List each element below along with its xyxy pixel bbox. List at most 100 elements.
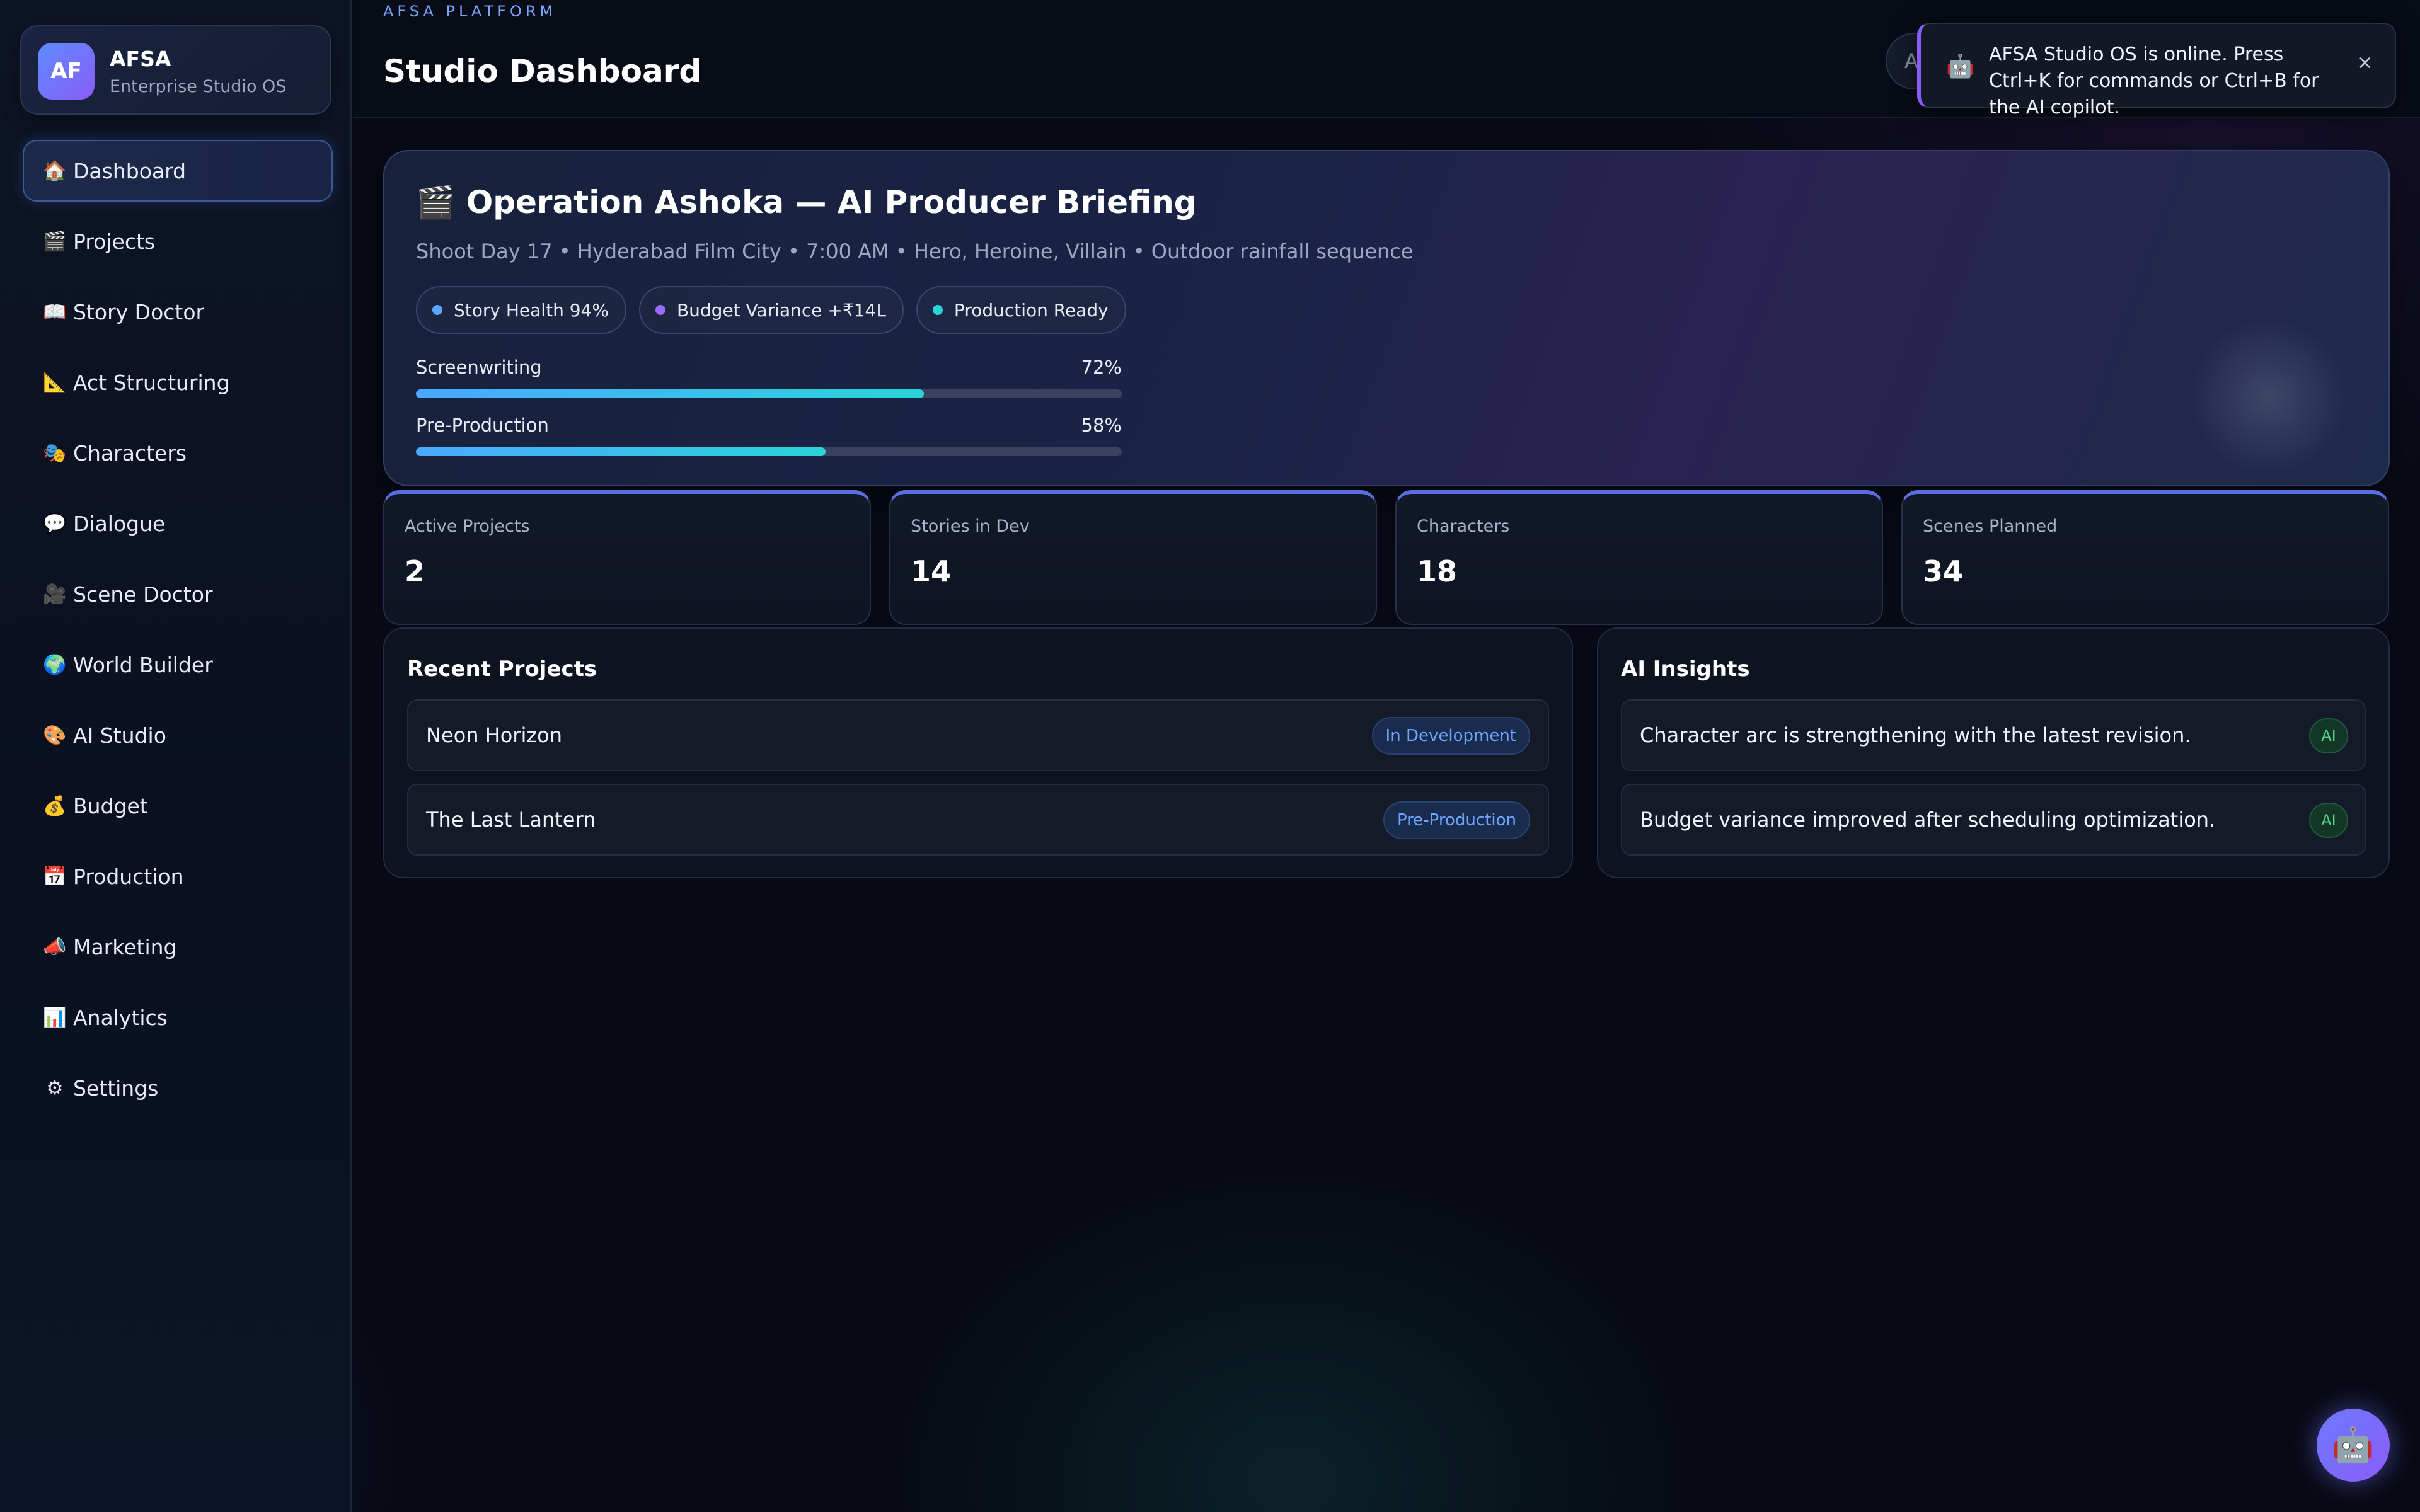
sidebar-item-label: Scene Doctor: [73, 581, 213, 607]
project-name: Neon Horizon: [426, 723, 562, 747]
sidebar-item-settings[interactable]: ⚙ Settings: [23, 1057, 333, 1119]
status-badge: In Development: [1371, 717, 1530, 755]
bar-chart-icon: 📊: [43, 1006, 67, 1029]
project-row[interactable]: The Last Lantern Pre-Production: [407, 784, 1549, 856]
home-icon: 🏠: [43, 159, 67, 182]
clapperboard-icon: 🎬: [43, 230, 67, 253]
sidebar-item-act-structuring[interactable]: 📐 Act Structuring: [23, 352, 333, 413]
palette-icon: 🎨: [43, 724, 67, 747]
sidebar-item-marketing[interactable]: 📣 Marketing: [23, 916, 333, 978]
sidebar-item-label: World Builder: [73, 652, 213, 677]
sidebar-item-label: Story Doctor: [73, 299, 205, 324]
globe-icon: 🌍: [43, 653, 67, 676]
insight-row[interactable]: Character arc is strengthening with the …: [1621, 699, 2366, 771]
welcome-toast: 🤖 AFSA Studio OS is online. Press Ctrl+K…: [1917, 23, 2396, 118]
sidebar-item-dialogue[interactable]: 💬 Dialogue: [23, 493, 333, 554]
panel-title: Recent Projects: [407, 656, 597, 682]
theater-masks-icon: 🎭: [43, 442, 67, 464]
sidebar-item-ai-studio[interactable]: 🎨 AI Studio: [23, 704, 333, 766]
sidebar: AF AFSA Enterprise Studio OS 🏠 Dashboard…: [0, 0, 352, 1512]
progress-track: [416, 447, 1122, 456]
sidebar-item-characters[interactable]: 🎭 Characters: [23, 422, 333, 484]
progress-label: Pre-Production: [416, 415, 549, 436]
chip-label: Story Health 94%: [454, 299, 609, 321]
stat-card-active-projects[interactable]: Active Projects 2: [383, 490, 871, 625]
progress-fill: [416, 389, 925, 398]
sidebar-item-production[interactable]: 📅 Production: [23, 845, 333, 907]
platform-eyebrow: AFSA PLATFORM: [383, 3, 557, 20]
sidebar-nav: 🏠 Dashboard 🎬 Projects 📖 Story Doctor 📐 …: [23, 140, 333, 1128]
ai-insights-panel: AI Insights Character arc is strengtheni…: [1597, 627, 2390, 878]
chip-label: Budget Variance +₹14L: [676, 299, 886, 321]
movie-camera-icon: 🎥: [43, 583, 67, 605]
robot-icon: 🤖: [1946, 54, 1974, 79]
progress-value: 58%: [1081, 415, 1122, 436]
producer-briefing-card: 🎬 Operation Ashoka — AI Producer Briefin…: [383, 150, 2390, 486]
sidebar-item-label: Act Structuring: [73, 370, 230, 395]
stat-value: 34: [1923, 554, 1964, 588]
status-dot: [932, 305, 943, 315]
production-ready-chip[interactable]: Production Ready: [916, 286, 1126, 334]
sidebar-item-label: Marketing: [73, 934, 177, 959]
budget-variance-chip[interactable]: Budget Variance +₹14L: [638, 286, 904, 334]
sidebar-item-label: Production: [73, 864, 184, 889]
sidebar-item-story-doctor[interactable]: 📖 Story Doctor: [23, 281, 333, 343]
sidebar-item-scene-doctor[interactable]: 🎥 Scene Doctor: [23, 563, 333, 625]
stat-label: Scenes Planned: [1923, 517, 2058, 536]
stat-card-stories-in-dev[interactable]: Stories in Dev 14: [889, 490, 1377, 625]
briefing-title-text: Operation Ashoka — AI Producer Briefing: [466, 184, 1197, 220]
sidebar-item-label: Dashboard: [73, 158, 187, 183]
insight-row[interactable]: Budget variance improved after schedulin…: [1621, 784, 2366, 856]
sidebar-item-label: Characters: [73, 440, 187, 466]
brand-logo: AF: [38, 43, 95, 100]
insight-text: Character arc is strengthening with the …: [1640, 723, 2191, 747]
panel-title: AI Insights: [1621, 656, 1750, 682]
sidebar-item-world-builder[interactable]: 🌍 World Builder: [23, 634, 333, 696]
ai-badge: AI: [2309, 718, 2348, 753]
stat-value: 18: [1417, 554, 1458, 588]
progress-track: [416, 389, 1122, 398]
ai-copilot-button[interactable]: 🤖: [2317, 1409, 2390, 1482]
sidebar-item-budget[interactable]: 💰 Budget: [23, 775, 333, 837]
briefing-title: 🎬 Operation Ashoka — AI Producer Briefin…: [416, 184, 1197, 221]
calendar-icon: 📅: [43, 865, 67, 888]
project-name: The Last Lantern: [426, 808, 596, 832]
close-icon[interactable]: ×: [2357, 52, 2373, 74]
page-title: Studio Dashboard: [383, 53, 702, 89]
progress-value: 72%: [1081, 357, 1122, 378]
command-search-label: A: [1904, 49, 1918, 73]
triangle-ruler-icon: 📐: [43, 371, 67, 394]
sidebar-item-label: Analytics: [73, 1005, 168, 1030]
insight-text: Budget variance improved after schedulin…: [1640, 808, 2216, 832]
stat-label: Stories in Dev: [911, 517, 1030, 536]
clapperboard-icon: 🎬: [416, 184, 456, 220]
stat-value: 14: [911, 554, 952, 588]
stat-card-scenes-planned[interactable]: Scenes Planned 34: [1901, 490, 2389, 625]
stat-label: Characters: [1417, 517, 1510, 536]
brand-card[interactable]: AF AFSA Enterprise Studio OS: [20, 25, 331, 115]
money-bag-icon: 💰: [43, 794, 67, 817]
status-dot: [655, 305, 666, 315]
chip-label: Production Ready: [954, 299, 1109, 321]
sidebar-item-label: AI Studio: [73, 723, 166, 748]
megaphone-icon: 📣: [43, 936, 67, 958]
briefing-subtitle: Shoot Day 17 • Hyderabad Film City • 7:0…: [416, 239, 1414, 263]
sidebar-item-label: Dialogue: [73, 511, 166, 536]
stat-card-characters[interactable]: Characters 18: [1395, 490, 1883, 625]
progress-fill: [416, 447, 826, 456]
project-row[interactable]: Neon Horizon In Development: [407, 699, 1549, 771]
sidebar-item-dashboard[interactable]: 🏠 Dashboard: [23, 140, 333, 202]
sidebar-item-label: Projects: [73, 229, 156, 254]
brand-name: AFSA: [110, 47, 171, 71]
gear-icon: ⚙: [46, 1077, 64, 1099]
sidebar-item-label: Budget: [73, 793, 148, 818]
status-badge: Pre-Production: [1383, 801, 1530, 839]
stat-label: Active Projects: [405, 517, 530, 536]
sidebar-item-projects[interactable]: 🎬 Projects: [23, 210, 333, 272]
robot-icon: 🤖: [2332, 1425, 2375, 1465]
story-health-chip[interactable]: Story Health 94%: [416, 286, 626, 334]
brand-subtitle: Enterprise Studio OS: [110, 77, 287, 96]
ai-badge: AI: [2309, 803, 2348, 838]
pre-production-progress: Pre-Production 58%: [416, 415, 1122, 456]
sidebar-item-analytics[interactable]: 📊 Analytics: [23, 987, 333, 1048]
